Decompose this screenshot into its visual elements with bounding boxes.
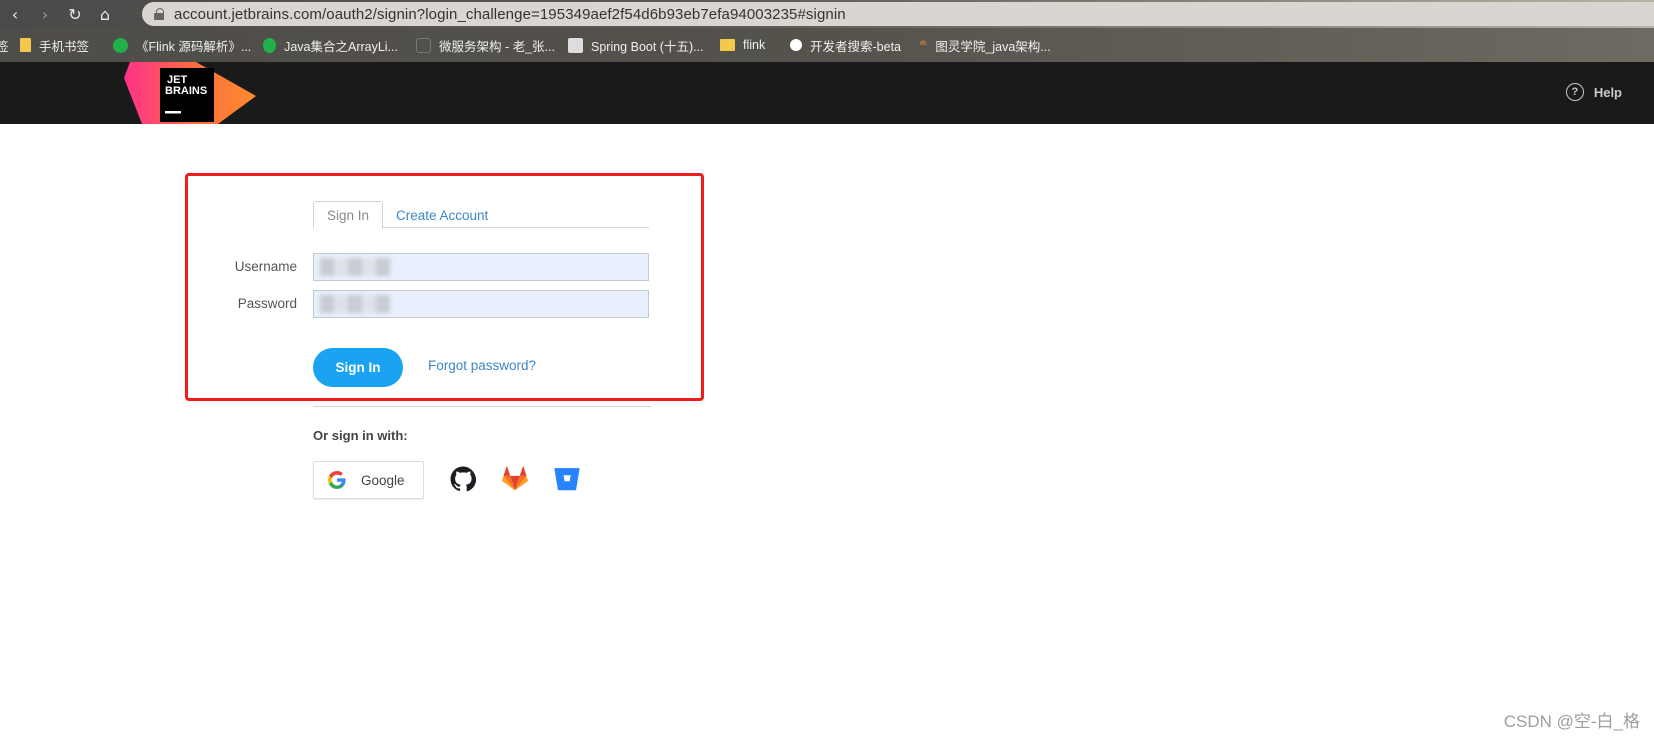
tab-sign-in[interactable]: Sign In — [313, 201, 383, 229]
home-icon[interactable]: ⌂ — [90, 0, 120, 28]
forgot-password-link[interactable]: Forgot password? — [428, 358, 536, 373]
reload-icon[interactable]: ↻ — [60, 0, 90, 28]
forward-icon[interactable]: › — [30, 0, 60, 28]
tuling-icon: ≐ — [919, 37, 928, 49]
github-icon[interactable] — [450, 466, 476, 492]
mobile-bookmark-icon — [20, 38, 31, 52]
google-icon — [328, 471, 346, 489]
bookmark-item[interactable]: Java集合之ArrayLi... — [263, 28, 398, 62]
help-label: Help — [1593, 84, 1622, 100]
bookmark-item[interactable]: flink — [720, 28, 775, 62]
help-link[interactable]: ? Help — [1565, 83, 1622, 101]
divider — [313, 406, 651, 407]
bookmark-item[interactable]: 签 — [0, 28, 20, 62]
bookmark-item[interactable]: 开发者搜索-beta — [790, 28, 905, 62]
username-value-redacted — [320, 258, 390, 276]
password-value-redacted — [320, 295, 390, 313]
folder-icon — [720, 39, 735, 51]
tab-create-account[interactable]: Create Account — [396, 201, 488, 229]
url-text[interactable]: account.jetbrains.com/oauth2/signin?logi… — [174, 6, 846, 23]
lock-icon — [154, 8, 164, 20]
jetbrains-logo[interactable]: JET BRAINS — [124, 62, 264, 124]
bitbucket-icon[interactable] — [554, 466, 580, 492]
back-icon[interactable]: ‹ — [0, 0, 30, 28]
browser-toolbar: ‹ › ↻ ⌂ account.jetbrains.com/oauth2/sig… — [0, 0, 1654, 28]
or-sign-in-label: Or sign in with: — [313, 428, 408, 443]
bookmark-item[interactable]: Spring Boot (十五)... — [568, 28, 708, 62]
bookmark-item[interactable]: 手机书签 — [20, 28, 100, 62]
bookmark-item[interactable]: 《Flink 源码解析》... — [113, 28, 253, 62]
bookmark-item[interactable]: 微服务架构 - 老_张... — [416, 28, 556, 62]
wechat-icon — [263, 37, 277, 53]
password-field[interactable] — [313, 290, 649, 318]
username-field[interactable] — [313, 253, 649, 281]
page-icon — [568, 37, 583, 53]
google-sign-in-button[interactable]: Google — [313, 461, 424, 499]
address-bar[interactable]: account.jetbrains.com/oauth2/signin?logi… — [142, 2, 1654, 26]
wechat-icon — [113, 37, 128, 53]
site-header: JET BRAINS ? Help — [0, 62, 1654, 124]
bookmarks-bar: 签 手机书签 《Flink 源码解析》... Java集合之ArrayLi...… — [0, 28, 1654, 62]
watermark-text: CSDN @空-白_格 — [1503, 712, 1640, 731]
gitlab-icon[interactable] — [502, 466, 528, 492]
password-label: Password — [237, 296, 297, 311]
bookmark-item[interactable]: ≐ 图灵学院_java架构... — [919, 28, 1059, 62]
sign-in-button[interactable]: Sign In — [313, 348, 403, 387]
google-label: Google — [361, 472, 405, 488]
search-site-icon — [790, 39, 802, 51]
page-icon — [416, 37, 431, 53]
help-icon: ? — [1565, 83, 1584, 101]
logo-text-brains: BRAINS — [165, 85, 207, 97]
auth-tabs: Sign In Create Account — [313, 201, 649, 229]
username-label: Username — [234, 259, 297, 274]
